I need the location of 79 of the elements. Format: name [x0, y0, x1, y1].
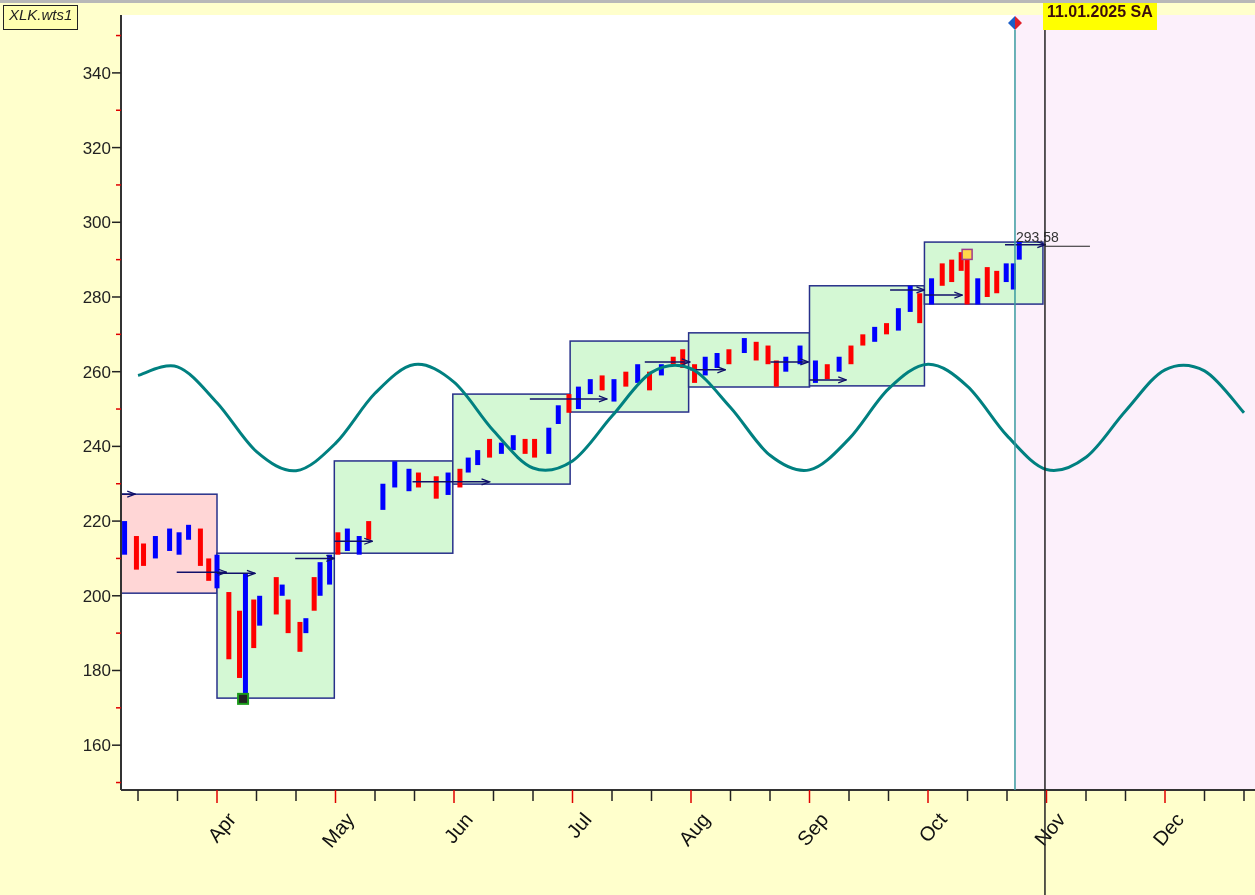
axis-label: 160 — [82, 736, 111, 756]
tick-mark — [1243, 789, 1245, 802]
tick-mark — [1045, 789, 1048, 804]
tick-mark — [111, 72, 122, 74]
tick-mark — [453, 789, 455, 804]
axis-label: 240 — [82, 437, 111, 457]
tick-mark — [137, 789, 139, 802]
tick-mark — [115, 632, 122, 634]
axis-label: Jun — [439, 808, 478, 848]
tick-mark — [111, 520, 122, 522]
axis-label: Sep — [792, 808, 833, 850]
tick-mark — [111, 669, 122, 672]
tick-mark — [1203, 789, 1206, 802]
axis-label: Nov — [1029, 808, 1070, 850]
axis-label: Apr — [203, 808, 241, 847]
tick-mark — [690, 789, 692, 804]
tick-mark — [808, 789, 811, 804]
tick-mark — [769, 789, 771, 802]
axis-label: Oct — [914, 808, 952, 847]
tick-mark — [650, 789, 653, 802]
tick-mark — [176, 789, 179, 802]
tick-mark — [1164, 789, 1166, 804]
tick-mark — [115, 258, 122, 261]
axis-label: 340 — [82, 63, 111, 83]
tick-mark — [115, 184, 122, 186]
tick-mark — [115, 408, 122, 410]
tick-mark — [255, 789, 258, 802]
tick-mark — [115, 557, 122, 560]
axis-label: 260 — [82, 362, 111, 382]
tick-mark — [111, 445, 122, 448]
tick-mark — [295, 789, 297, 802]
axis-label: Aug — [674, 808, 715, 850]
tick-mark — [1085, 789, 1087, 802]
tick-mark — [111, 744, 122, 746]
tick-mark — [216, 789, 218, 804]
axis-label: Jul — [562, 808, 596, 843]
diamond-icon — [1008, 16, 1022, 30]
tick-mark — [111, 370, 122, 373]
tick-mark — [1006, 789, 1008, 802]
tick-mark — [729, 789, 732, 802]
tick-mark — [115, 781, 122, 784]
tick-mark — [115, 333, 122, 336]
tick-mark — [115, 483, 122, 485]
tick-mark — [848, 789, 850, 802]
axis-label: 220 — [82, 512, 111, 532]
price-line — [1044, 245, 1091, 247]
tick-mark — [111, 146, 122, 149]
tick-mark — [532, 789, 534, 802]
high-marker — [961, 248, 973, 261]
axis-label: 180 — [82, 661, 111, 681]
symbol-label: XLK.wts1 — [3, 5, 79, 30]
low-marker — [237, 692, 250, 705]
tick-mark — [611, 789, 613, 802]
tick-mark — [111, 221, 122, 224]
axis-label: 300 — [82, 213, 111, 233]
tick-mark — [571, 789, 574, 804]
arrow-line — [121, 490, 136, 498]
tick-mark — [111, 296, 122, 298]
arrow-line — [294, 554, 336, 563]
tick-mark — [334, 789, 337, 804]
tick-mark — [927, 789, 929, 804]
tick-mark — [115, 109, 122, 111]
tick-mark — [111, 595, 122, 597]
axis-label: Dec — [1148, 808, 1189, 850]
axis-label: 280 — [82, 288, 111, 307]
tick-mark — [413, 789, 416, 802]
tick-mark — [374, 789, 376, 802]
arrow-line — [769, 358, 810, 366]
tick-mark — [887, 789, 890, 802]
tick-mark — [115, 707, 122, 709]
date-label: 11.01.2025 SA — [1042, 3, 1157, 30]
tick-mark — [966, 789, 969, 802]
arrow-line — [333, 537, 373, 545]
arrow-line — [808, 376, 847, 384]
axis-label: 320 — [82, 138, 111, 158]
tick-mark — [492, 789, 495, 802]
axis-label: 200 — [82, 586, 111, 606]
tick-mark — [1124, 789, 1127, 802]
tick-mark — [115, 34, 122, 37]
